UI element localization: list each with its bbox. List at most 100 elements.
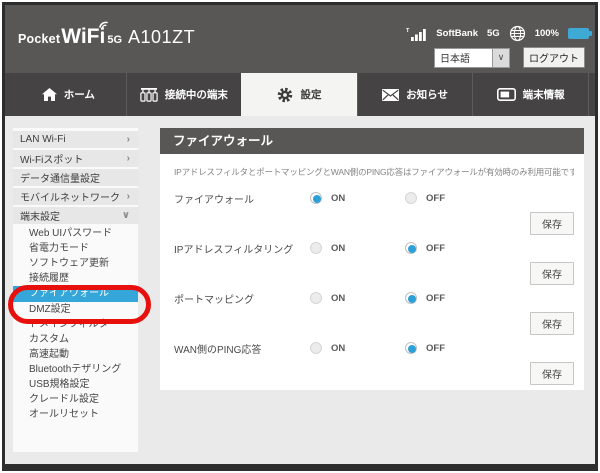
save-button[interactable]: 保存 [530, 362, 574, 385]
router-admin-page: PocketWiFi5GA101ZT T SoftBank 5G 100% 日本… [2, 2, 598, 471]
chevron-down-icon: ∨ [492, 49, 509, 67]
radio-option-on[interactable]: ON [310, 292, 405, 304]
pocket-wifi-logo: PocketWiFi5G A101ZT [18, 25, 195, 49]
tab-home[interactable]: ホーム [11, 73, 126, 116]
main-nav: ホーム 接続中の端末 設定 お知らせ 端末情報 [5, 73, 595, 116]
sidebar-item-power-save[interactable]: 省電力モード [13, 241, 138, 256]
sidebar-item-fast-boot[interactable]: 高速起動 [13, 347, 138, 362]
radio-off-label: OFF [426, 243, 445, 254]
screenshot-frame: PocketWiFi5GA101ZT T SoftBank 5G 100% 日本… [0, 0, 600, 473]
sidebar-item-label: LAN Wi-Fi [20, 134, 66, 145]
save-button[interactable]: 保存 [530, 312, 574, 335]
tab-label: 設定 [300, 87, 321, 102]
firewall-note: IPアドレスフィルタとポートマッピングとWAN側のPING応答はファイアウォール… [174, 166, 574, 178]
radio-button-on[interactable] [310, 292, 322, 304]
sidebar-item-label: Wi-Fiスポット [20, 151, 83, 166]
header-controls: 日本語 ∨ ログアウト [434, 47, 585, 68]
tab-notifications[interactable]: お知らせ [357, 73, 473, 116]
setting-block-firewall: ファイアウォール ON OFF 保存 [174, 190, 574, 230]
sidebar-item-label: 端末設定 [20, 208, 60, 223]
tab-label: ホーム [64, 87, 95, 102]
setting-label: ポートマッピング [174, 291, 310, 306]
save-button[interactable]: 保存 [530, 262, 574, 285]
globe-icon [509, 25, 526, 42]
radio-button-on[interactable] [310, 242, 322, 254]
setting-label: WAN側のPING応答 [174, 341, 310, 356]
radio-option-off[interactable]: OFF [405, 242, 445, 254]
radio-button-off[interactable] [405, 342, 417, 354]
sidebar-item-device-settings[interactable]: 端末設定 ∨ [13, 207, 138, 224]
sidebar-item-webui-password[interactable]: Web UIパスワード [13, 226, 138, 241]
device-info-icon [497, 88, 516, 101]
radio-option-off[interactable]: OFF [405, 342, 445, 354]
sidebar-item-software-update[interactable]: ソフトウェア更新 [13, 256, 138, 271]
wifi-arc-icon [96, 19, 109, 28]
radio-option-on[interactable]: ON [310, 192, 405, 204]
sidebar-item-usb-standard[interactable]: USB規格設定 [13, 377, 138, 392]
panel-body: IPアドレスフィルタとポートマッピングとWAN側のPING応答はファイアウォール… [160, 154, 584, 380]
battery-icon [568, 28, 589, 39]
sidebar-item-connection-history[interactable]: 接続履歴 [13, 271, 138, 286]
tab-device-info[interactable]: 端末情報 [472, 73, 589, 116]
status-bar: T SoftBank 5G 100% [406, 25, 589, 42]
radio-on-label: ON [331, 193, 345, 204]
chevron-right-icon: › [127, 191, 130, 202]
carrier-label: SoftBank [436, 28, 478, 39]
radio-button-on[interactable] [310, 342, 322, 354]
tab-label: 端末情報 [523, 87, 565, 102]
content-area: LAN Wi-Fi › Wi-Fiスポット › データ通信量設定 モバイルネットワー… [5, 116, 595, 464]
logout-button[interactable]: ログアウト [523, 47, 585, 68]
save-button[interactable]: 保存 [530, 212, 574, 235]
logo-pocket: Pocket [18, 32, 60, 46]
radio-button-off[interactable] [405, 242, 417, 254]
logo-5g: 5G [107, 34, 122, 46]
chevron-right-icon: › [127, 153, 130, 164]
sidebar-item-label: モバイルネットワーク [20, 189, 120, 204]
sidebar-item-all-reset[interactable]: オールリセット [13, 407, 138, 422]
radio-option-on[interactable]: ON [310, 342, 405, 354]
chevron-down-icon: ∨ [122, 210, 130, 221]
setting-label: IPアドレスフィルタリング [174, 241, 310, 256]
setting-label: ファイアウォール [174, 191, 310, 206]
radio-option-on[interactable]: ON [310, 242, 405, 254]
setting-block-ip-filter: IPアドレスフィルタリング ON OFF 保存 [174, 240, 574, 280]
radio-button-off[interactable] [405, 192, 417, 204]
logo-model: A101ZT [128, 27, 195, 48]
sidebar-item-data-usage[interactable]: データ通信量設定 [13, 169, 138, 186]
radio-on-label: ON [331, 243, 345, 254]
settings-sidebar: LAN Wi-Fi › Wi-Fiスポット › データ通信量設定 モバイルネットワー… [13, 128, 138, 452]
radio-button-on[interactable] [310, 192, 322, 204]
sidebar-item-lan-wifi[interactable]: LAN Wi-Fi › [13, 131, 138, 148]
radio-option-off[interactable]: OFF [405, 192, 445, 204]
language-select-value: 日本語 [435, 49, 492, 67]
chevron-right-icon: › [127, 134, 130, 145]
radio-button-off[interactable] [405, 292, 417, 304]
network-type-label: 5G [487, 28, 500, 39]
sidebar-item-custom[interactable]: カスタム [13, 332, 138, 347]
radio-off-label: OFF [426, 193, 445, 204]
home-icon [42, 88, 57, 101]
tab-settings[interactable]: 設定 [241, 73, 357, 116]
language-select[interactable]: 日本語 ∨ [434, 48, 510, 68]
header: PocketWiFi5GA101ZT T SoftBank 5G 100% 日本… [5, 5, 595, 73]
sidebar-item-firewall[interactable]: ファイアウォール [13, 286, 138, 302]
gear-icon [277, 87, 293, 103]
sidebar-item-cradle[interactable]: クレードル設定 [13, 392, 138, 407]
logo-wifi: WiFi [61, 25, 105, 49]
tab-label: 接続中の端末 [165, 87, 228, 102]
radio-off-label: OFF [426, 343, 445, 354]
radio-option-off[interactable]: OFF [405, 292, 445, 304]
firewall-panel: ファイアウォール IPアドレスフィルタとポートマッピングとWAN側のPING応答… [160, 128, 584, 390]
connected-devices-icon [140, 87, 158, 102]
tab-connected-devices[interactable]: 接続中の端末 [126, 73, 242, 116]
sidebar-item-dmz[interactable]: DMZ設定 [13, 302, 138, 317]
radio-on-label: ON [331, 293, 345, 304]
sidebar-item-bluetooth-tethering[interactable]: Bluetoothテザリング [13, 362, 138, 377]
sidebar-item-wifi-spot[interactable]: Wi-Fiスポット › [13, 150, 138, 167]
setting-block-wan-ping: WAN側のPING応答 ON OFF 保存 [174, 340, 574, 380]
mail-icon [382, 89, 399, 101]
sidebar-item-mobile-network[interactable]: モバイルネットワーク › [13, 188, 138, 205]
panel-title: ファイアウォール [160, 128, 584, 154]
sidebar-item-domain-filter[interactable]: ドメインフィルタ [13, 317, 138, 332]
setting-block-port-mapping: ポートマッピング ON OFF 保存 [174, 290, 574, 330]
